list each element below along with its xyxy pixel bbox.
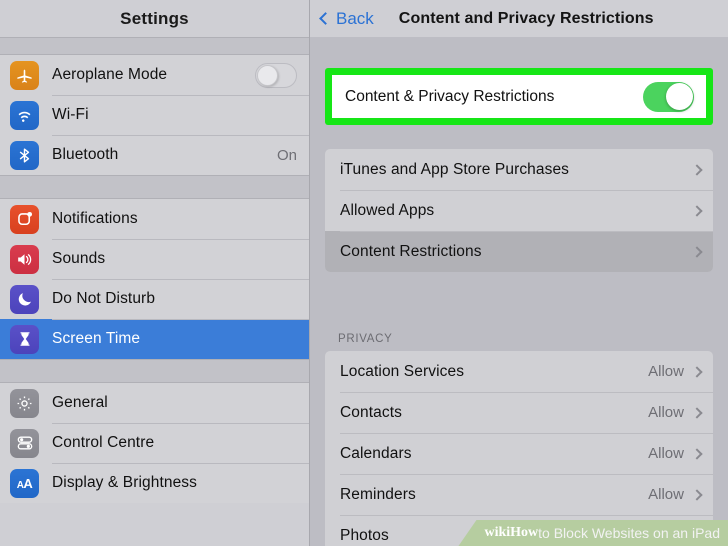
row-allowed-apps[interactable]: Allowed Apps — [325, 190, 713, 231]
row-label: Calendars — [340, 444, 412, 462]
sidebar-item-label: Notifications — [52, 210, 138, 227]
wikihow-watermark: wiki How to Block Websites on an iPad — [458, 520, 728, 546]
ipad-settings-screen: Settings Aeroplane Mode Wi-Fi Bluetooth … — [0, 0, 728, 546]
airplane-icon — [10, 60, 39, 90]
content-privacy-restrictions-row[interactable]: Content & Privacy Restrictions — [332, 75, 706, 118]
row-value: Allow — [648, 363, 684, 380]
row-label: Content Restrictions — [340, 242, 482, 260]
sidebar-item-label: Bluetooth — [52, 146, 119, 163]
chevron-right-icon — [691, 488, 703, 501]
sidebar-item-label: Aeroplane Mode — [52, 66, 168, 83]
row-label: iTunes and App Store Purchases — [340, 160, 570, 178]
panel-body: Content & Privacy Restrictions iTunes an… — [310, 37, 728, 546]
sidebar-item-label: Sounds — [52, 250, 106, 267]
chevron-right-icon — [691, 204, 703, 217]
sidebar-group-device: General Control Centre AA Display & Brig… — [0, 383, 309, 503]
chevron-right-icon — [691, 365, 703, 378]
notifications-icon — [10, 204, 39, 234]
sidebar-gap-2 — [0, 359, 309, 383]
chevron-left-icon — [319, 12, 332, 25]
row-reminders[interactable]: Reminders Allow — [325, 474, 713, 515]
wifi-icon — [10, 100, 39, 130]
sidebar-item-general[interactable]: General — [0, 383, 309, 423]
privacy-section-header: PRIVACY — [338, 333, 393, 345]
sidebar-item-display-brightness[interactable]: AA Display & Brightness — [0, 463, 309, 503]
watermark-brand-how: How — [510, 525, 539, 540]
chevron-right-icon — [691, 245, 703, 258]
page-title: Content and Privacy Restrictions — [398, 9, 654, 27]
row-contacts[interactable]: Contacts Allow — [325, 392, 713, 433]
moon-icon — [10, 284, 39, 314]
highlight-annotation-box: Content & Privacy Restrictions — [325, 68, 713, 125]
row-label: Contacts — [340, 403, 402, 421]
row-value: Allow — [648, 486, 684, 503]
hourglass-icon — [10, 324, 39, 354]
watermark-brand-wiki: wiki — [484, 525, 511, 540]
privacy-section: PRIVACY Location Services Allow Contacts… — [310, 333, 728, 546]
row-label: Allowed Apps — [340, 201, 435, 219]
toggle-knob — [665, 83, 693, 110]
display-brightness-icon: AA — [10, 468, 39, 498]
aeroplane-mode-toggle[interactable] — [255, 62, 297, 88]
row-itunes-app-store-purchases[interactable]: iTunes and App Store Purchases — [325, 149, 713, 190]
gear-icon — [10, 388, 39, 418]
aa-glyph: AA — [16, 475, 33, 491]
chevron-right-icon — [691, 447, 703, 460]
sidebar-gap-top — [0, 37, 309, 55]
back-button[interactable]: Back — [319, 8, 374, 29]
sidebar-item-sounds[interactable]: Sounds — [0, 239, 309, 279]
panel-header: Back Content and Privacy Restrictions — [310, 0, 728, 37]
sidebar-gap-1 — [0, 175, 309, 199]
sidebar-item-wifi[interactable]: Wi-Fi — [0, 95, 309, 135]
settings-sidebar: Settings Aeroplane Mode Wi-Fi Bluetooth … — [0, 0, 310, 546]
sidebar-item-label: Display & Brightness — [52, 474, 198, 491]
row-calendars[interactable]: Calendars Allow — [325, 433, 713, 474]
content-privacy-restrictions-label: Content & Privacy Restrictions — [345, 87, 555, 105]
sidebar-group-system: Notifications Sounds Do Not Disturb Scre… — [0, 199, 309, 359]
sidebar-item-aeroplane-mode[interactable]: Aeroplane Mode — [0, 55, 309, 95]
sidebar-item-screen-time[interactable]: Screen Time — [0, 319, 309, 359]
chevron-right-icon — [691, 163, 703, 176]
sidebar-item-do-not-disturb[interactable]: Do Not Disturb — [0, 279, 309, 319]
sidebar-item-notifications[interactable]: Notifications — [0, 199, 309, 239]
privacy-card: Location Services Allow Contacts Allow C… — [325, 351, 713, 546]
row-value: Allow — [648, 404, 684, 421]
row-location-services[interactable]: Location Services Allow — [325, 351, 713, 392]
sidebar-item-label: Screen Time — [52, 330, 141, 347]
row-content-restrictions[interactable]: Content Restrictions — [325, 231, 713, 272]
row-value: Allow — [648, 445, 684, 462]
sidebar-group-connectivity: Aeroplane Mode Wi-Fi Bluetooth On — [0, 55, 309, 175]
sidebar-item-label: Do Not Disturb — [52, 290, 156, 307]
bluetooth-status-value: On — [276, 146, 297, 164]
chevron-right-icon — [691, 406, 703, 419]
detail-panel: Back Content and Privacy Restrictions Co… — [310, 0, 728, 546]
restrictions-card: iTunes and App Store Purchases Allowed A… — [325, 149, 713, 272]
content-privacy-restrictions-toggle[interactable] — [643, 81, 694, 112]
control-centre-icon — [10, 428, 39, 458]
toggle-knob — [257, 64, 278, 86]
watermark-text: to Block Websites on an iPad — [538, 525, 720, 541]
sidebar-item-bluetooth[interactable]: Bluetooth On — [0, 135, 309, 175]
sidebar-item-control-centre[interactable]: Control Centre — [0, 423, 309, 463]
row-label: Photos — [340, 526, 389, 544]
sidebar-item-label: Control Centre — [52, 434, 155, 451]
sidebar-header-title: Settings — [0, 0, 309, 37]
bluetooth-icon — [10, 140, 39, 170]
row-label: Reminders — [340, 485, 416, 503]
sidebar-item-label: Wi-Fi — [52, 106, 89, 123]
back-button-label: Back — [336, 8, 374, 28]
sidebar-item-label: General — [52, 394, 108, 411]
sounds-icon — [10, 244, 39, 274]
row-label: Location Services — [340, 362, 465, 380]
